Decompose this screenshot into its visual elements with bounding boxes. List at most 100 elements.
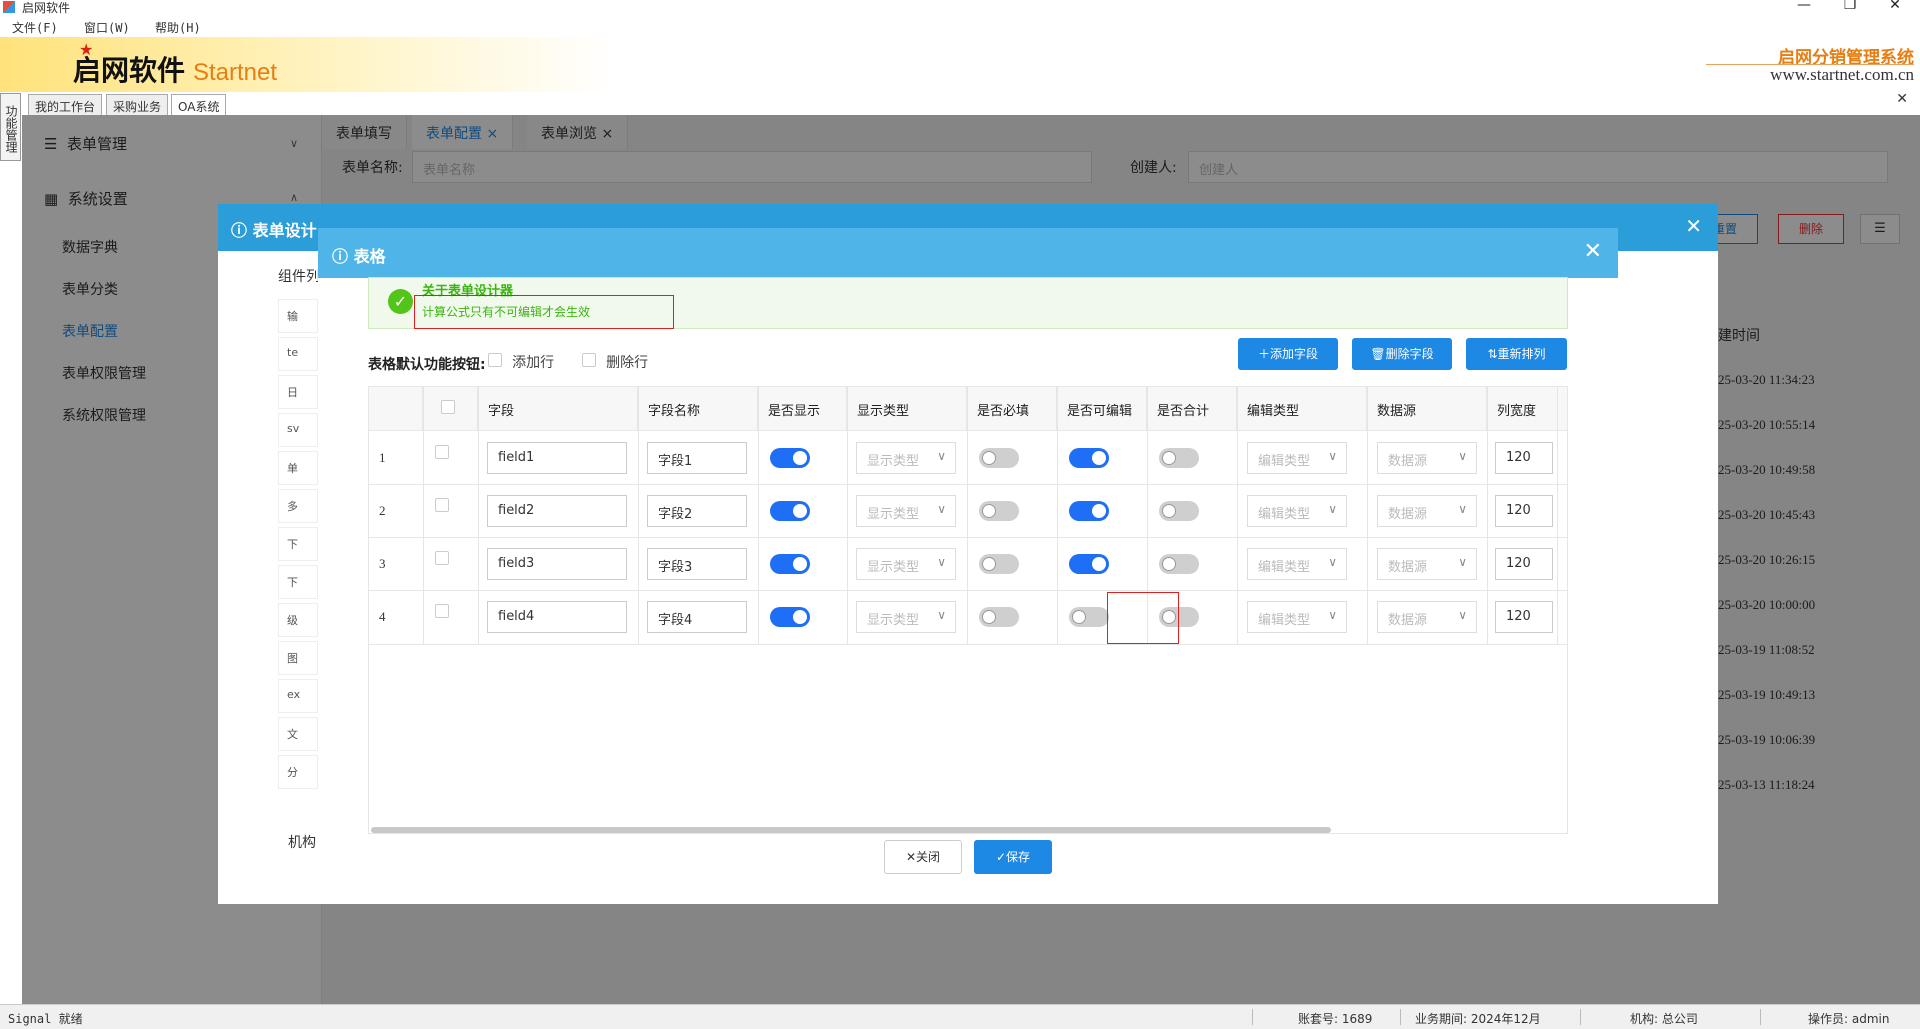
add-field-button[interactable]: ＋添加字段 bbox=[1238, 338, 1338, 370]
divider bbox=[847, 387, 848, 645]
width-input[interactable]: 120 bbox=[1495, 442, 1553, 474]
chevron-down-icon: ∨ bbox=[1328, 502, 1337, 516]
width-input[interactable]: 120 bbox=[1495, 601, 1553, 633]
menu-window[interactable]: 窗口(W) bbox=[84, 19, 130, 36]
show-switch[interactable] bbox=[770, 448, 810, 468]
component-item[interactable]: 输 bbox=[278, 299, 318, 333]
component-item[interactable]: 下 bbox=[278, 527, 318, 561]
field-input[interactable]: field3 bbox=[487, 548, 627, 580]
function-buttons-label: 表格默认功能按钮: bbox=[368, 357, 486, 373]
required-switch[interactable] bbox=[979, 554, 1019, 574]
component-item[interactable]: 下 bbox=[278, 565, 318, 599]
add-row-option[interactable]: 添加行 bbox=[488, 352, 554, 372]
divider bbox=[1057, 387, 1058, 645]
select-all-checkbox[interactable] bbox=[441, 400, 455, 414]
component-item[interactable]: 级 bbox=[278, 603, 318, 637]
display-type-select[interactable]: 显示类型 ∨ bbox=[856, 495, 956, 527]
field-input[interactable]: field1 bbox=[487, 442, 627, 474]
required-switch[interactable] bbox=[979, 448, 1019, 468]
menu-file[interactable]: 文件(F) bbox=[12, 19, 58, 36]
show-switch[interactable] bbox=[770, 554, 810, 574]
column-header: 是否合计 bbox=[1147, 387, 1237, 431]
row-checkbox[interactable] bbox=[435, 604, 449, 618]
minimize-icon[interactable]: — bbox=[1784, 0, 1824, 13]
close-icon[interactable]: ✕ bbox=[1584, 239, 1602, 264]
component-item[interactable]: 单 bbox=[278, 451, 318, 485]
divider bbox=[1237, 387, 1238, 645]
function-manage-tab[interactable]: 功能管理 bbox=[0, 93, 21, 161]
editable-switch[interactable] bbox=[1069, 554, 1109, 574]
switch-knob bbox=[982, 451, 996, 465]
org-label: 机构 bbox=[288, 835, 316, 851]
tab-purchase[interactable]: 采购业务 bbox=[106, 94, 169, 115]
field-name-input[interactable]: 字段4 bbox=[647, 601, 747, 633]
component-item[interactable]: sv bbox=[278, 413, 318, 447]
datasource-select[interactable]: 数据源 ∨ bbox=[1377, 548, 1477, 580]
delete-field-button[interactable]: 🗑删除字段 bbox=[1352, 338, 1452, 370]
field-name-input[interactable]: 字段2 bbox=[647, 495, 747, 527]
logo-en: Startnet bbox=[193, 59, 278, 86]
components-label: 组件列 bbox=[278, 269, 320, 285]
display-type-select[interactable]: 显示类型 ∨ bbox=[856, 548, 956, 580]
editable-switch[interactable] bbox=[1069, 501, 1109, 521]
edit-type-select[interactable]: 编辑类型 ∨ bbox=[1247, 548, 1347, 580]
tab-oa[interactable]: OA系统 bbox=[171, 94, 227, 115]
table-modal-title: ⓘ 表格 bbox=[332, 247, 386, 266]
sum-switch[interactable] bbox=[1159, 448, 1199, 468]
header-select bbox=[423, 387, 478, 431]
edit-type-select[interactable]: 编辑类型 ∨ bbox=[1247, 601, 1347, 633]
datasource-select[interactable]: 数据源 ∨ bbox=[1377, 495, 1477, 527]
editable-switch[interactable] bbox=[1069, 607, 1109, 627]
close-tab-icon[interactable]: ✕ bbox=[1896, 91, 1908, 107]
required-switch[interactable] bbox=[979, 501, 1019, 521]
edit-type-select[interactable]: 编辑类型 ∨ bbox=[1247, 442, 1347, 474]
menu-help[interactable]: 帮助(H) bbox=[155, 19, 201, 36]
field-name-input[interactable]: 字段1 bbox=[647, 442, 747, 474]
divider bbox=[1400, 1009, 1401, 1025]
component-item[interactable]: 图 bbox=[278, 641, 318, 675]
display-type-select[interactable]: 显示类型 ∨ bbox=[856, 601, 956, 633]
close-window-icon[interactable]: ✕ bbox=[1875, 0, 1915, 13]
datasource-select[interactable]: 数据源 ∨ bbox=[1377, 601, 1477, 633]
sum-switch[interactable] bbox=[1159, 554, 1199, 574]
app-icon bbox=[3, 1, 15, 13]
display-type-select[interactable]: 显示类型 ∨ bbox=[856, 442, 956, 474]
edit-type-select[interactable]: 编辑类型 ∨ bbox=[1247, 495, 1347, 527]
divider bbox=[478, 387, 479, 645]
show-switch[interactable] bbox=[770, 607, 810, 627]
field-input[interactable]: field4 bbox=[487, 601, 627, 633]
sum-switch[interactable] bbox=[1159, 501, 1199, 521]
show-switch[interactable] bbox=[770, 501, 810, 521]
delete-row-checkbox[interactable] bbox=[582, 353, 596, 367]
width-input[interactable]: 120 bbox=[1495, 495, 1553, 527]
field-input[interactable]: field2 bbox=[487, 495, 627, 527]
editable-switch[interactable] bbox=[1069, 448, 1109, 468]
close-button[interactable]: ✕关闭 bbox=[884, 840, 962, 874]
reorder-button[interactable]: ⇅重新排列 bbox=[1466, 338, 1567, 370]
component-item[interactable]: 多 bbox=[278, 489, 318, 523]
row-checkbox[interactable] bbox=[435, 445, 449, 459]
field-name-input[interactable]: 字段3 bbox=[647, 548, 747, 580]
horizontal-scrollbar[interactable] bbox=[371, 827, 1331, 833]
width-input[interactable]: 120 bbox=[1495, 548, 1553, 580]
save-button[interactable]: ✓保存 bbox=[974, 840, 1052, 874]
component-item[interactable]: te bbox=[278, 337, 318, 371]
close-icon[interactable]: ✕ bbox=[1685, 214, 1702, 238]
switch-knob bbox=[982, 610, 996, 624]
component-item[interactable]: 日 bbox=[278, 375, 318, 409]
component-item[interactable]: 文 bbox=[278, 717, 318, 751]
delete-row-option[interactable]: 删除行 bbox=[582, 352, 648, 372]
row-checkbox[interactable] bbox=[435, 551, 449, 565]
table-modal: ⓘ 表格 ✕ ✓ 关于表单设计器 计算公式只有不可编辑才会生效 表格默认功能按钮… bbox=[318, 228, 1618, 878]
required-switch[interactable] bbox=[979, 607, 1019, 627]
datasource-select[interactable]: 数据源 ∨ bbox=[1377, 442, 1477, 474]
divider bbox=[967, 387, 968, 645]
component-item[interactable]: 分 bbox=[278, 755, 318, 789]
tab-workbench[interactable]: 我的工作台 bbox=[28, 94, 103, 115]
chevron-down-icon: ∨ bbox=[1328, 555, 1337, 569]
operator: 操作员: admin bbox=[1808, 1012, 1890, 1026]
row-checkbox[interactable] bbox=[435, 498, 449, 512]
component-item[interactable]: ex bbox=[278, 679, 318, 713]
restore-icon[interactable]: ❐ bbox=[1830, 0, 1870, 13]
add-row-checkbox[interactable] bbox=[488, 353, 502, 367]
